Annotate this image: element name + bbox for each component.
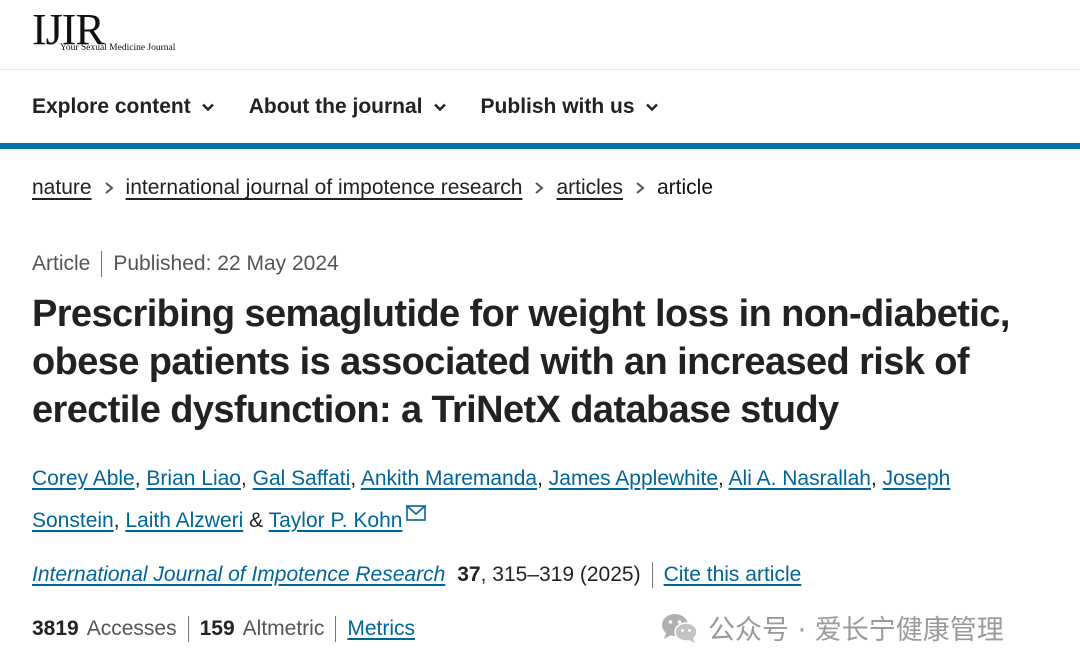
breadcrumb-current: article — [656, 176, 714, 199]
author-link[interactable]: Corey Able — [32, 467, 135, 490]
breadcrumb: nature international journal of impotenc… — [32, 176, 713, 200]
wechat-icon — [662, 613, 698, 643]
author-link[interactable]: James Applewhite — [549, 467, 718, 490]
chevron-down-icon — [433, 103, 446, 112]
nav-item-label: About the journal — [248, 95, 423, 118]
nav-explore-content[interactable]: Explore content — [32, 95, 215, 119]
divider — [335, 616, 337, 642]
nav-publish-with-us[interactable]: Publish with us — [481, 95, 659, 119]
chevron-right-icon — [104, 182, 114, 194]
divider — [101, 251, 103, 277]
chevron-right-icon — [535, 182, 545, 194]
logo-tagline: Your Sexual Medicine Journal — [60, 43, 176, 53]
cite-this-article-link[interactable]: Cite this article — [664, 563, 802, 587]
accesses-count: 3819 — [32, 617, 79, 640]
divider — [651, 562, 653, 588]
accesses-label: Accesses — [86, 617, 177, 640]
author-list: Corey Able, Brian Liao, Gal Saffati, Ank… — [32, 467, 951, 532]
chevron-down-icon — [645, 103, 658, 112]
pages-year: , 315–319 (2025) — [480, 563, 641, 586]
watermark: 公众号 · 爱长宁健康管理 — [660, 608, 1004, 647]
article-metrics: 3819 Accesses 159 Altmetric Metrics — [32, 616, 415, 642]
accent-bar — [0, 143, 1080, 149]
author-link[interactable]: Gal Saffati — [253, 467, 351, 490]
main-nav: Explore content About the journal Publis… — [0, 71, 1080, 143]
published-date: Published: 22 May 2024 — [113, 252, 339, 275]
journal-link[interactable]: International Journal of Impotence Resea… — [32, 563, 445, 587]
journal-logo[interactable]: IJIR Your Sexual Medicine Journal — [32, 8, 175, 54]
citation-line: International Journal of Impotence Resea… — [32, 562, 801, 588]
nav-item-label: Explore content — [32, 95, 191, 118]
metrics-link[interactable]: Metrics — [347, 617, 415, 641]
site-header: IJIR Your Sexual Medicine Journal — [0, 0, 1080, 70]
breadcrumb-link-articles[interactable]: articles — [556, 176, 623, 200]
breadcrumb-link-journal[interactable]: international journal of impotence resea… — [126, 176, 523, 200]
watermark-text: 公众号 · 爱长宁健康管理 — [708, 615, 1004, 646]
email-icon[interactable] — [406, 505, 427, 521]
altmetric-label: Altmetric — [242, 617, 325, 640]
author-link[interactable]: Taylor P. Kohn — [269, 509, 403, 532]
breadcrumb-link-nature[interactable]: nature — [32, 176, 92, 200]
article-title: Prescribing semaglutide for weight loss … — [32, 293, 1010, 431]
author-link[interactable]: Ankith Maremanda — [361, 467, 537, 490]
nav-item-label: Publish with us — [480, 95, 635, 118]
volume-number: 37 — [457, 563, 481, 586]
nav-about-journal[interactable]: About the journal — [249, 95, 447, 119]
altmetric-score: 159 — [199, 617, 235, 640]
author-link[interactable]: Brian Liao — [146, 467, 241, 490]
chevron-down-icon — [201, 103, 214, 112]
article-type: Article — [32, 252, 91, 275]
article-meta: Article Published: 22 May 2024 — [32, 251, 339, 277]
author-link[interactable]: Laith Alzweri — [125, 509, 243, 532]
author-link[interactable]: Ali A. Nasrallah — [729, 467, 871, 490]
divider — [187, 616, 189, 642]
chevron-right-icon — [636, 182, 645, 194]
